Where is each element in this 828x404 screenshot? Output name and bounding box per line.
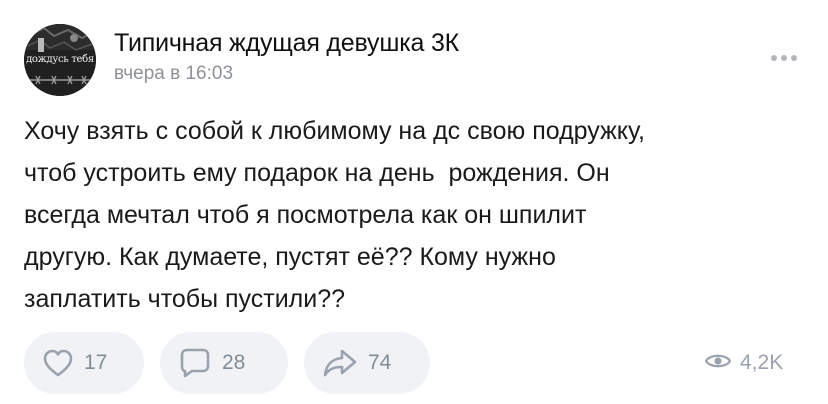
more-dots-icon bbox=[771, 55, 777, 61]
eye-icon bbox=[704, 351, 732, 376]
like-button[interactable]: 17 bbox=[24, 332, 144, 394]
post-card: дождусь тебя Типичная ждущая девушка 3К … bbox=[0, 0, 828, 404]
more-button[interactable] bbox=[764, 48, 804, 68]
more-dots-icon bbox=[781, 55, 787, 61]
author-name[interactable]: Типичная ждущая девушка 3К bbox=[114, 29, 459, 58]
post-text: Хочу взять с собой к любимому на дс свою… bbox=[24, 110, 814, 320]
share-button[interactable]: 74 bbox=[304, 332, 430, 394]
comment-count: 28 bbox=[222, 351, 246, 374]
like-count: 17 bbox=[84, 351, 108, 374]
post-text-line: всегда мечтал чтоб я посмотрела как он ш… bbox=[24, 201, 587, 229]
share-count: 74 bbox=[368, 351, 392, 374]
post-timestamp[interactable]: вчера в 16:03 bbox=[114, 63, 233, 85]
views-counter: 4,2K bbox=[704, 348, 783, 378]
post-text-line: Хочу взять с собой к любимому на дс свою… bbox=[24, 117, 645, 145]
share-arrow-icon bbox=[322, 347, 358, 379]
heart-icon bbox=[42, 348, 74, 378]
post-text-line: заплатить чтобы пустили?? bbox=[24, 285, 346, 313]
views-count: 4,2K bbox=[740, 351, 784, 374]
post-text-line: чтоб устроить ему подарок на день рожден… bbox=[24, 159, 610, 187]
avatar-caption: дождусь тебя bbox=[26, 54, 94, 65]
comment-button[interactable]: 28 bbox=[160, 332, 288, 394]
more-dots-icon bbox=[791, 55, 797, 61]
avatar[interactable]: дождусь тебя bbox=[24, 24, 96, 96]
comment-icon bbox=[178, 346, 212, 380]
post-text-line: другую. Как думаете, пустят её?? Кому ну… bbox=[24, 243, 556, 271]
